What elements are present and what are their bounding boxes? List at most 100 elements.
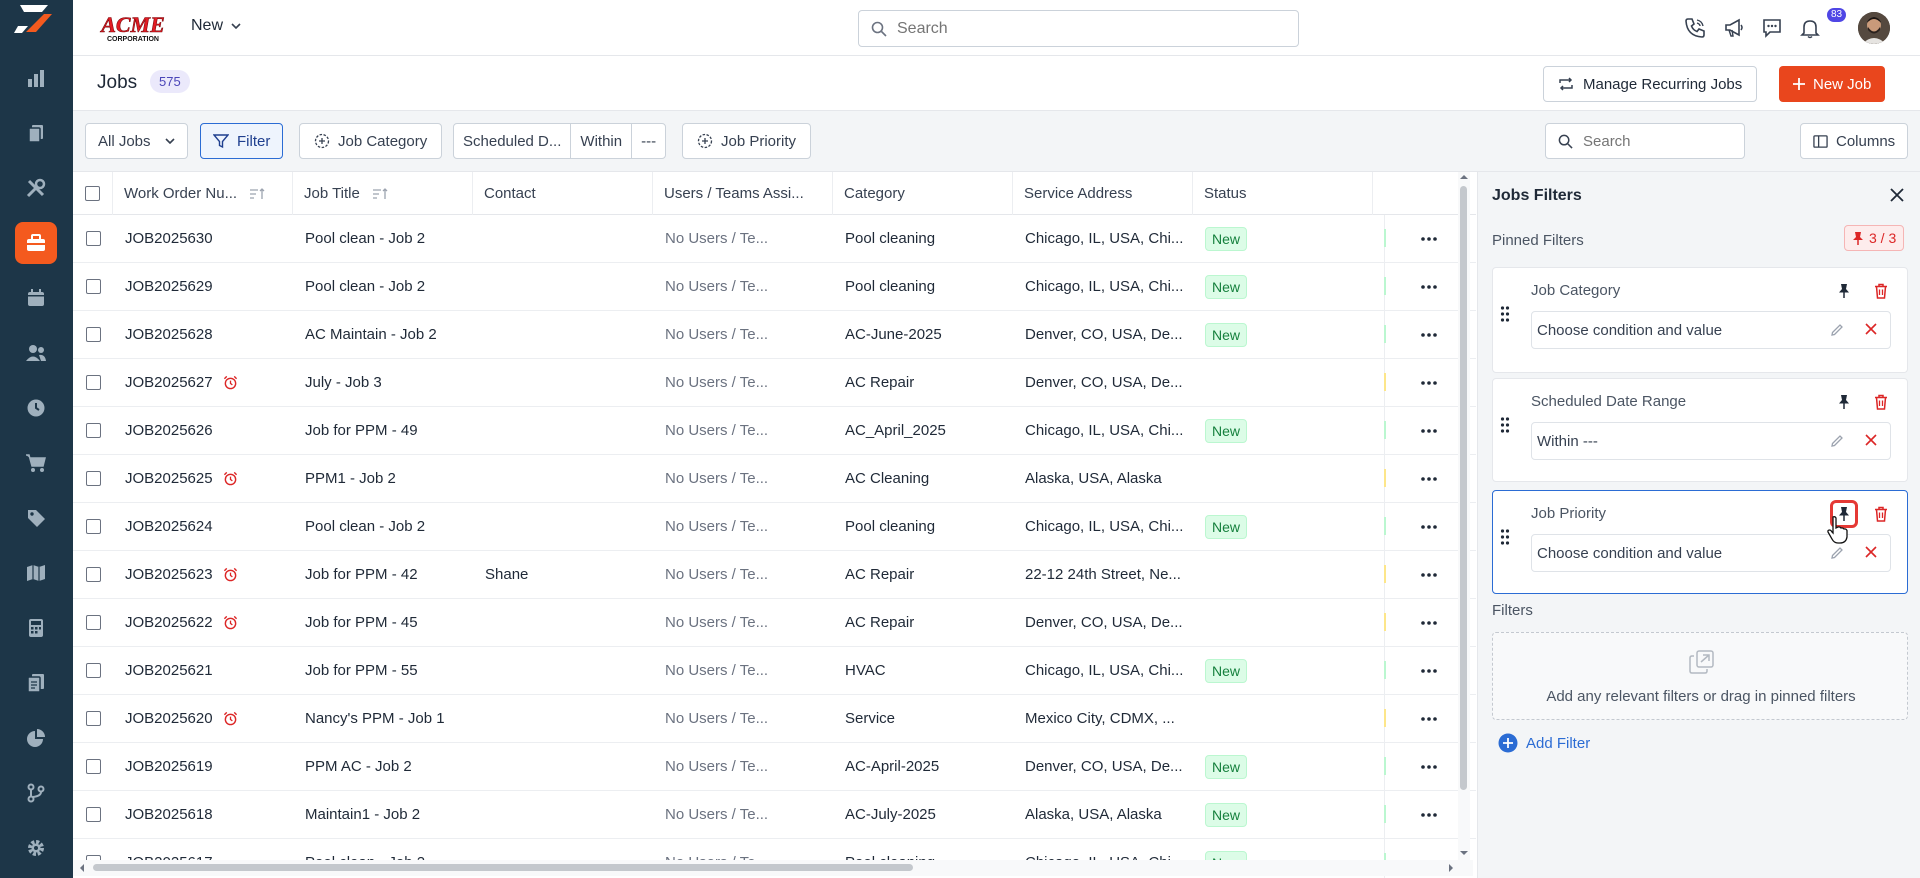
sidebar-item-invoices[interactable] [15, 607, 57, 649]
work-order-cell[interactable]: JOB2025627 [125, 359, 285, 406]
work-order-cell[interactable]: JOB2025620 [125, 695, 285, 742]
scroll-right-arrow-icon[interactable] [1446, 860, 1456, 876]
megaphone-icon[interactable] [1720, 14, 1748, 42]
scroll-up-arrow-icon[interactable] [1458, 172, 1470, 182]
sidebar-item-reports[interactable] [15, 662, 57, 704]
horizontal-scroll-thumb[interactable] [93, 864, 913, 871]
clear-filter-button[interactable] [1865, 323, 1877, 335]
sidebar-item-customers[interactable] [15, 332, 57, 374]
clear-filter-button[interactable] [1865, 434, 1877, 446]
job-category-filter-chip[interactable]: Job Category [299, 123, 443, 159]
chat-icon[interactable] [1758, 14, 1786, 42]
row-actions-button[interactable] [1413, 215, 1445, 262]
work-order-cell[interactable]: JOB2025624 [125, 503, 285, 550]
column-header-status[interactable]: Status [1193, 172, 1373, 215]
job-title-cell[interactable]: July - Job 3 [305, 359, 470, 406]
contact-cell[interactable] [485, 743, 650, 790]
sort-icon[interactable] [249, 187, 265, 200]
contact-cell[interactable] [485, 407, 650, 454]
row-checkbox[interactable] [85, 759, 101, 774]
work-order-cell[interactable]: JOB2025626 [125, 407, 285, 454]
row-checkbox[interactable] [85, 567, 101, 582]
edit-filter-button[interactable] [1830, 323, 1844, 337]
row-checkbox[interactable] [85, 807, 101, 822]
contact-cell[interactable] [485, 359, 650, 406]
row-actions-button[interactable] [1413, 791, 1445, 838]
sort-icon[interactable] [372, 187, 388, 200]
sidebar-item-settings[interactable] [15, 827, 57, 869]
column-header-service-address[interactable]: Service Address [1013, 172, 1193, 215]
job-title-cell[interactable]: PPM1 - Job 2 [305, 455, 470, 502]
table-row[interactable]: JOB2025630 Pool clean - Job 2 No Users / T… [73, 215, 1476, 263]
brand-z-logo-icon[interactable] [14, 2, 58, 36]
sidebar-item-jobs[interactable] [15, 222, 57, 264]
row-actions-button[interactable] [1413, 599, 1445, 646]
contact-cell[interactable] [485, 791, 650, 838]
row-actions-button[interactable] [1413, 263, 1445, 310]
delete-filter-button[interactable] [1870, 391, 1892, 413]
job-title-cell[interactable]: Job for PPM - 42 [305, 551, 470, 598]
work-order-cell[interactable]: JOB2025618 [125, 791, 285, 838]
column-header-users[interactable]: Users / Teams Assi... [653, 172, 833, 215]
job-priority-filter-chip[interactable]: Job Priority [682, 123, 812, 159]
within-chip-label[interactable]: Within [571, 124, 633, 158]
table-row[interactable]: JOB2025628 AC Maintain - Job 2 No Users / … [73, 311, 1476, 359]
row-checkbox[interactable] [85, 615, 101, 630]
sidebar-item-estimates[interactable] [15, 112, 57, 154]
sidebar-item-timesheets[interactable] [15, 387, 57, 429]
vertical-scroll-thumb[interactable] [1460, 186, 1467, 790]
row-actions-button[interactable] [1413, 647, 1445, 694]
row-checkbox[interactable] [85, 423, 101, 438]
row-actions-button[interactable] [1413, 743, 1445, 790]
sidebar-item-calendar[interactable] [15, 277, 57, 319]
job-title-cell[interactable]: Pool clean - Job 2 [305, 215, 470, 262]
work-order-cell[interactable]: JOB2025628 [125, 311, 285, 358]
table-row[interactable]: JOB2025622 Job for PPM - 45 No Users / Te.… [73, 599, 1476, 647]
column-header-contact[interactable]: Contact [473, 172, 653, 215]
scheduled-chip-label[interactable]: Scheduled D... [454, 124, 572, 158]
table-row[interactable]: JOB2025620 Nancy's PPM - Job 1 No Users / … [73, 695, 1476, 743]
job-title-cell[interactable]: Job for PPM - 45 [305, 599, 470, 646]
table-row[interactable]: JOB2025623 Job for PPM - 42 Shane No Users … [73, 551, 1476, 599]
sidebar-item-purchasing[interactable] [15, 442, 57, 484]
pinned-filter-card[interactable]: Job Category Choose condition and value [1492, 267, 1908, 373]
pinned-filter-card[interactable]: Scheduled Date Range Within --- [1492, 378, 1908, 482]
drag-handle-icon[interactable] [1500, 306, 1510, 322]
column-header-work-order[interactable]: Work Order Nu... [113, 172, 293, 215]
new-job-button[interactable]: New Job [1779, 66, 1886, 102]
table-row[interactable]: JOB2025619 PPM AC - Job 2 No Users / Te...… [73, 743, 1476, 791]
drag-handle-icon[interactable] [1500, 529, 1510, 545]
contact-cell[interactable] [485, 311, 650, 358]
row-checkbox[interactable] [85, 279, 101, 294]
global-search-input[interactable] [897, 19, 1277, 38]
table-row[interactable]: JOB2025629 Pool clean - Job 2 No Users / T… [73, 263, 1476, 311]
sidebar-item-workflows[interactable] [15, 772, 57, 814]
select-all-checkbox[interactable] [85, 186, 100, 201]
work-order-cell[interactable]: JOB2025630 [125, 215, 285, 262]
scroll-left-arrow-icon[interactable] [77, 860, 87, 876]
job-title-cell[interactable]: Nancy's PPM - Job 1 [305, 695, 470, 742]
row-actions-button[interactable] [1413, 311, 1445, 358]
edit-filter-button[interactable] [1830, 546, 1844, 560]
unpin-filter-button[interactable] [1833, 280, 1855, 302]
job-title-cell[interactable]: PPM AC - Job 2 [305, 743, 470, 790]
row-actions-button[interactable] [1413, 503, 1445, 550]
column-header-job-title[interactable]: Job Title [293, 172, 473, 215]
work-order-cell[interactable]: JOB2025625 [125, 455, 285, 502]
contact-cell[interactable] [485, 215, 650, 262]
contact-cell[interactable]: Shane [485, 551, 650, 598]
within-chip-value[interactable]: --- [632, 124, 665, 158]
sidebar-item-dashboard[interactable] [15, 57, 57, 99]
row-checkbox[interactable] [85, 375, 101, 390]
table-vertical-scrollbar[interactable] [1458, 172, 1470, 860]
global-search[interactable] [858, 10, 1299, 47]
delete-filter-button[interactable] [1870, 280, 1892, 302]
row-actions-button[interactable] [1413, 551, 1445, 598]
row-actions-button[interactable] [1413, 695, 1445, 742]
table-search-input[interactable] [1583, 132, 1733, 150]
table-row[interactable]: JOB2025621 Job for PPM - 55 No Users / Te.… [73, 647, 1476, 695]
add-filter-button[interactable]: Add Filter [1498, 733, 1590, 753]
filter-value-field[interactable]: Choose condition and value [1531, 311, 1891, 349]
job-title-cell[interactable]: Job for PPM - 55 [305, 647, 470, 694]
filter-button[interactable]: Filter [200, 123, 284, 159]
